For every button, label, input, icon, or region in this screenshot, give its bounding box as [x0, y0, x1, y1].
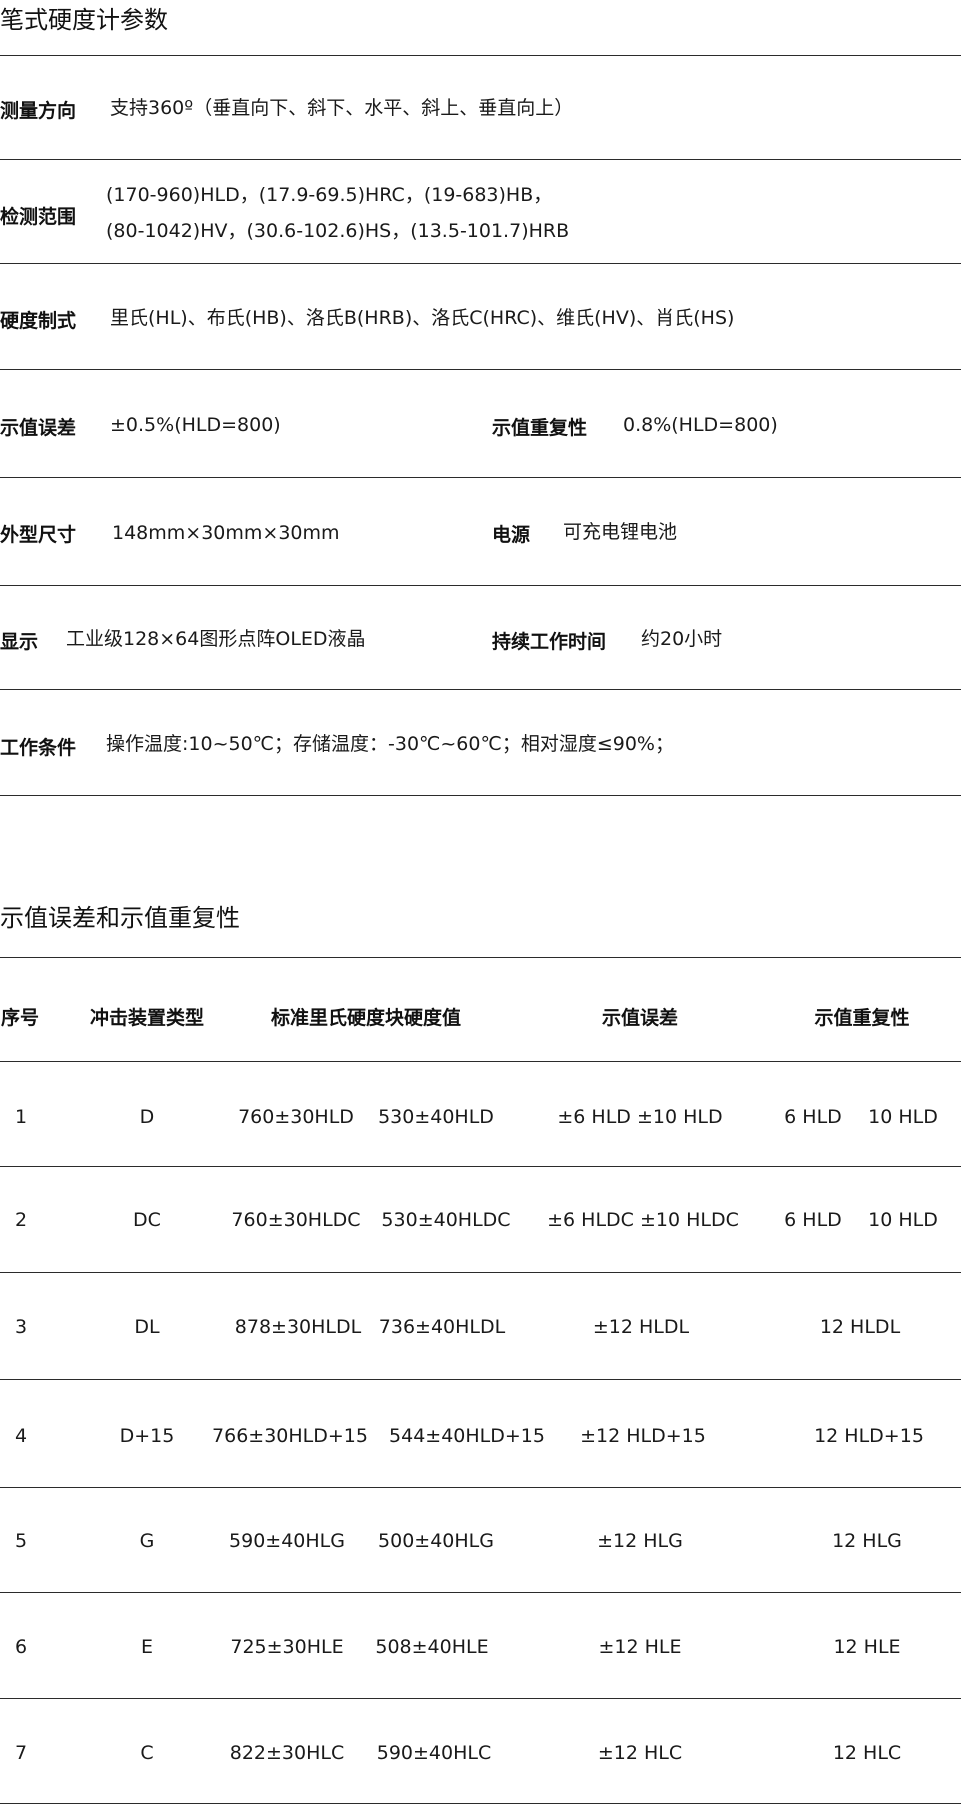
- divider: [0, 1487, 961, 1488]
- spec-label-repeatability: 示值重复性: [492, 417, 588, 439]
- table-row-1-rep2: 10 HLD: [868, 1106, 938, 1128]
- table-row-5-no: 5: [14, 1530, 28, 1552]
- header-device: 冲击装置类型: [89, 1007, 205, 1029]
- table-row-3-device: DL: [134, 1316, 160, 1338]
- spec-label-dimensions: 外型尺寸: [0, 524, 77, 546]
- spec-label-error: 示值误差: [0, 417, 77, 439]
- table-row-3-std1: 878±30HLDL: [234, 1316, 362, 1338]
- spec-label-range: 检测范围: [0, 206, 77, 228]
- spec-value-range-line1: (170-960)HLD，(17.9-69.5)HRC，(19-683)HB，: [106, 184, 553, 206]
- spec-value-dimensions: 148mm×30mm×30mm: [112, 522, 340, 544]
- header-no: 序号: [0, 1007, 40, 1029]
- table-row-1-device: D: [139, 1106, 155, 1128]
- table-row-1-std2: 530±40HLD: [378, 1106, 494, 1128]
- table-row-4-device: D+15: [119, 1425, 175, 1447]
- table-row-6-std2: 508±40HLE: [375, 1636, 489, 1658]
- table-row-1-error: ±6 HLD ±10 HLD: [557, 1106, 723, 1128]
- table-row-2-std1: 760±30HLDC: [231, 1209, 361, 1231]
- table-row-1-no: 1: [14, 1106, 28, 1128]
- divider: [0, 957, 961, 958]
- table-row-6-device: E: [140, 1636, 154, 1658]
- table-row-5-rep: 12 HLG: [832, 1530, 902, 1552]
- table-row-7-std1: 822±30HLC: [229, 1742, 345, 1764]
- divider: [0, 477, 961, 478]
- table-row-3-no: 3: [14, 1316, 28, 1338]
- divider: [0, 369, 961, 370]
- spec-label-scales: 硬度制式: [0, 310, 77, 332]
- table-row-5-std1: 590±40HLG: [229, 1530, 345, 1552]
- table-row-2-std2: 530±40HLDC: [381, 1209, 511, 1231]
- spec-value-range-line2: (80-1042)HV，(30.6-102.6)HS，(13.5-101.7)H…: [106, 220, 570, 242]
- table-row-4-rep: 12 HLD+15: [814, 1425, 924, 1447]
- header-standard: 标准里氏硬度块硬度值: [270, 1007, 462, 1029]
- divider: [0, 1061, 961, 1062]
- table-row-3-rep: 12 HLDL: [819, 1316, 901, 1338]
- error-table-title: 示值误差和示值重复性: [0, 904, 240, 932]
- divider: [0, 585, 961, 586]
- spec-label-runtime: 持续工作时间: [492, 631, 607, 653]
- spec-value-display: 工业级128×64图形点阵OLED液晶: [66, 628, 366, 650]
- divider: [0, 1379, 961, 1380]
- spec-value-repeatability: 0.8%(HLD=800): [623, 414, 778, 436]
- table-row-6-rep: 12 HLE: [833, 1636, 901, 1658]
- divider: [0, 795, 961, 796]
- table-row-6-no: 6: [14, 1636, 28, 1658]
- spec-value-scales: 里氏(HL)、布氏(HB)、洛氏B(HRB)、洛氏C(HRC)、维氏(HV)、肖…: [110, 307, 735, 329]
- divider: [0, 689, 961, 690]
- table-row-3-error: ±12 HLDL: [592, 1316, 690, 1338]
- spec-value-conditions: 操作温度:10~50℃；存储温度：-30℃~60℃；相对湿度≤90%；: [106, 733, 674, 755]
- table-row-6-std1: 725±30HLE: [230, 1636, 344, 1658]
- table-row-2-device: DC: [133, 1209, 161, 1231]
- table-row-7-no: 7: [14, 1742, 28, 1764]
- divider: [0, 1166, 961, 1167]
- spec-label-power: 电源: [492, 524, 531, 546]
- spec-label-display: 显示: [0, 631, 39, 653]
- table-row-5-error: ±12 HLG: [597, 1530, 683, 1552]
- spec-value-error: ±0.5%(HLD=800): [110, 414, 281, 436]
- table-row-2-no: 2: [14, 1209, 28, 1231]
- divider: [0, 55, 961, 56]
- table-row-7-error: ±12 HLC: [597, 1742, 683, 1764]
- table-row-2-error: ±6 HLDC ±10 HLDC: [547, 1209, 739, 1231]
- spec-value-runtime: 约20小时: [641, 628, 723, 650]
- table-row-7-std2: 590±40HLC: [376, 1742, 492, 1764]
- spec-value-power: 可充电锂电池: [563, 521, 678, 543]
- divider: [0, 1592, 961, 1593]
- header-repeatability: 示值重复性: [814, 1007, 910, 1029]
- table-row-5-device: G: [139, 1530, 155, 1552]
- divider: [0, 1272, 961, 1273]
- divider: [0, 1803, 961, 1804]
- table-row-7-rep: 12 HLC: [832, 1742, 902, 1764]
- divider: [0, 263, 961, 264]
- table-row-4-std2: 544±40HLD+15: [389, 1425, 545, 1447]
- table-row-5-std2: 500±40HLG: [378, 1530, 494, 1552]
- spec-value-direction: 支持360º（垂直向下、斜下、水平、斜上、垂直向上）: [110, 97, 574, 119]
- spec-label-direction: 测量方向: [0, 100, 77, 122]
- divider: [0, 1698, 961, 1699]
- table-row-2-rep2: 10 HLD: [868, 1209, 938, 1231]
- table-row-1-rep1: 6 HLD: [784, 1106, 842, 1128]
- table-row-3-std2: 736±40HLDL: [378, 1316, 506, 1338]
- table-row-6-error: ±12 HLE: [598, 1636, 682, 1658]
- table-row-4-no: 4: [14, 1425, 28, 1447]
- spec-title: 笔式硬度计参数: [0, 6, 168, 34]
- spec-label-conditions: 工作条件: [0, 737, 77, 759]
- header-error: 示值误差: [601, 1007, 679, 1029]
- table-row-7-device: C: [140, 1742, 154, 1764]
- table-row-4-error: ±12 HLD+15: [580, 1425, 706, 1447]
- table-row-4-std1: 766±30HLD+15: [212, 1425, 368, 1447]
- divider: [0, 159, 961, 160]
- table-row-2-rep1: 6 HLD: [784, 1209, 842, 1231]
- table-row-1-std1: 760±30HLD: [238, 1106, 354, 1128]
